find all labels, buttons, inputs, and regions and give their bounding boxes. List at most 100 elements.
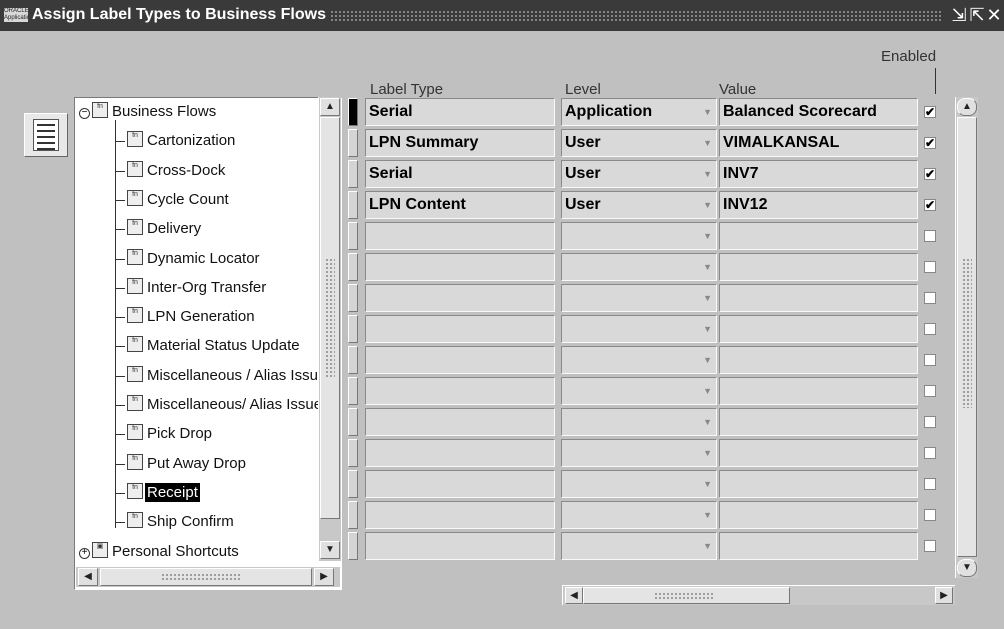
label-type-field[interactable] xyxy=(365,253,555,281)
label-type-field[interactable] xyxy=(365,315,555,343)
dropdown-arrow-icon[interactable]: ▼ xyxy=(703,378,712,404)
label-type-field[interactable] xyxy=(365,284,555,312)
enabled-checkbox[interactable] xyxy=(924,416,936,428)
tree-node-item[interactable]: fn Cartonization xyxy=(127,129,237,153)
tree-node-item[interactable]: fn Pick Drop xyxy=(127,422,214,446)
enabled-checkbox[interactable] xyxy=(924,385,936,397)
tree-node-item[interactable]: fn Put Away Drop xyxy=(127,452,248,476)
tree-node-item[interactable]: fn Delivery xyxy=(127,217,203,241)
tree-node-item[interactable]: fn Receipt xyxy=(127,481,200,505)
scroll-up-icon[interactable]: ▲ xyxy=(957,98,977,116)
tree-hscroll-thumb[interactable] xyxy=(100,568,312,586)
value-field[interactable] xyxy=(719,315,918,343)
scroll-up-icon[interactable]: ▲ xyxy=(320,98,340,116)
level-select[interactable]: User ▼ xyxy=(561,129,717,157)
label-type-field[interactable] xyxy=(365,501,555,529)
level-select[interactable]: ▼ xyxy=(561,470,717,498)
value-field[interactable] xyxy=(719,222,918,250)
value-field[interactable] xyxy=(719,532,918,560)
dropdown-arrow-icon[interactable]: ▼ xyxy=(703,502,712,528)
scroll-left-icon[interactable]: ◀ xyxy=(565,587,583,604)
tree-node-item[interactable]: fn Cycle Count xyxy=(127,188,231,212)
value-field[interactable]: INV7 xyxy=(719,160,918,188)
value-field[interactable]: VIMALKANSAL xyxy=(719,129,918,157)
enabled-checkbox[interactable]: ✔ xyxy=(924,199,936,211)
enabled-checkbox[interactable] xyxy=(924,354,936,366)
grid-scroll-thumb[interactable] xyxy=(957,117,977,557)
collapse-icon[interactable]: − xyxy=(79,108,90,119)
enabled-checkbox[interactable] xyxy=(924,230,936,242)
level-select[interactable]: ▼ xyxy=(561,532,717,560)
window-titlebar[interactable]: ORACLE Applications Assign Label Types t… xyxy=(0,0,1004,31)
value-field[interactable] xyxy=(719,470,918,498)
label-type-field[interactable] xyxy=(365,532,555,560)
value-field[interactable]: Balanced Scorecard xyxy=(719,98,918,126)
value-field[interactable] xyxy=(719,439,918,467)
label-type-field[interactable] xyxy=(365,470,555,498)
scroll-down-icon[interactable]: ▼ xyxy=(957,559,977,577)
scroll-left-icon[interactable]: ◀ xyxy=(78,568,98,586)
enabled-checkbox[interactable]: ✔ xyxy=(924,137,936,149)
tree-node-item[interactable]: fn Dynamic Locator xyxy=(127,247,262,271)
tree-node-personal-shortcuts[interactable]: +▣ Personal Shortcuts xyxy=(79,540,241,564)
maximize-icon[interactable]: ⇱ xyxy=(968,5,986,25)
tree-scroll-thumb[interactable] xyxy=(320,117,340,519)
enabled-checkbox[interactable] xyxy=(924,447,936,459)
level-select[interactable]: ▼ xyxy=(561,439,717,467)
grid-vertical-scrollbar[interactable]: ▲ ▼ xyxy=(955,97,978,578)
enabled-checkbox[interactable] xyxy=(924,261,936,273)
row-indicator[interactable] xyxy=(348,160,358,188)
row-indicator[interactable] xyxy=(348,253,358,281)
enabled-checkbox[interactable]: ✔ xyxy=(924,168,936,180)
tree-node-item[interactable]: fn LPN Generation xyxy=(127,305,257,329)
row-indicator[interactable] xyxy=(348,501,358,529)
level-select[interactable]: User ▼ xyxy=(561,191,717,219)
dropdown-arrow-icon[interactable]: ▼ xyxy=(703,192,712,218)
row-indicator[interactable] xyxy=(348,439,358,467)
label-type-field[interactable] xyxy=(365,346,555,374)
value-field[interactable] xyxy=(719,253,918,281)
label-type-field[interactable] xyxy=(365,408,555,436)
dropdown-arrow-icon[interactable]: ▼ xyxy=(703,254,712,280)
label-type-field[interactable]: Serial xyxy=(365,160,555,188)
dropdown-arrow-icon[interactable]: ▼ xyxy=(703,161,712,187)
tree-node-item[interactable]: fn Miscellaneous/ Alias Issue xyxy=(127,393,324,417)
level-select[interactable]: Application ▼ xyxy=(561,98,717,126)
enabled-checkbox[interactable] xyxy=(924,323,936,335)
enabled-checkbox[interactable] xyxy=(924,540,936,552)
row-indicator[interactable] xyxy=(348,222,358,250)
value-field[interactable] xyxy=(719,408,918,436)
row-indicator[interactable] xyxy=(348,346,358,374)
scroll-right-icon[interactable]: ▶ xyxy=(314,568,334,586)
enabled-checkbox[interactable] xyxy=(924,292,936,304)
tree-vertical-scrollbar[interactable]: ▲ ▼ xyxy=(318,97,341,561)
level-select[interactable]: ▼ xyxy=(561,315,717,343)
enabled-checkbox[interactable] xyxy=(924,509,936,521)
row-indicator[interactable] xyxy=(348,191,358,219)
value-field[interactable]: INV12 xyxy=(719,191,918,219)
value-field[interactable] xyxy=(719,284,918,312)
level-select[interactable]: ▼ xyxy=(561,408,717,436)
value-field[interactable] xyxy=(719,346,918,374)
dropdown-arrow-icon[interactable]: ▼ xyxy=(703,99,712,125)
row-indicator[interactable] xyxy=(348,532,358,560)
scroll-right-icon[interactable]: ▶ xyxy=(935,587,953,604)
value-field[interactable] xyxy=(719,501,918,529)
row-indicator[interactable] xyxy=(348,408,358,436)
tree-node-business-flows[interactable]: −fn Business Flows xyxy=(79,100,218,124)
tree-node-item[interactable]: fn Miscellaneous / Alias Issue xyxy=(127,364,328,388)
tree-node-item[interactable]: fn Material Status Update xyxy=(127,334,302,358)
value-field[interactable] xyxy=(719,377,918,405)
tree-node-item[interactable]: fn Cross-Dock xyxy=(127,159,227,183)
tree-node-item[interactable]: fn Ship Confirm xyxy=(127,510,236,534)
scroll-down-icon[interactable]: ▼ xyxy=(320,541,340,559)
row-indicator[interactable] xyxy=(348,377,358,405)
dropdown-arrow-icon[interactable]: ▼ xyxy=(703,471,712,497)
row-indicator[interactable] xyxy=(348,284,358,312)
enabled-checkbox[interactable]: ✔ xyxy=(924,106,936,118)
tree-node-item[interactable]: fn Inter-Org Transfer xyxy=(127,276,268,300)
level-select[interactable]: ▼ xyxy=(561,501,717,529)
level-select[interactable]: ▼ xyxy=(561,284,717,312)
level-select[interactable]: User ▼ xyxy=(561,160,717,188)
enabled-checkbox[interactable] xyxy=(924,478,936,490)
